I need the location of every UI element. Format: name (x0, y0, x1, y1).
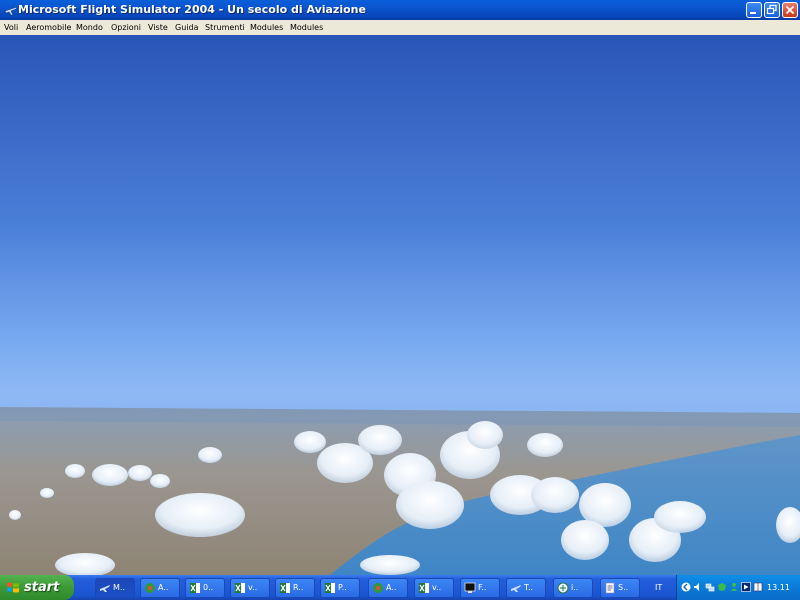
restore-button[interactable] (764, 2, 780, 18)
restore-icon (766, 4, 777, 15)
security-icon[interactable] (717, 582, 727, 592)
taskbar-button-label: v.. (432, 583, 442, 592)
taskbar-button[interactable]: F.. (460, 578, 500, 598)
network-icon[interactable] (705, 582, 715, 592)
title-bar[interactable]: Microsoft Flight Simulator 2004 - Un sec… (0, 0, 800, 20)
taskbar-button-flight-sim[interactable]: M.. (95, 578, 135, 598)
taskbar-button-label: A.. (158, 583, 169, 592)
flight-sim-icon (4, 6, 18, 16)
windows-logo-icon (7, 582, 19, 593)
menu-guida[interactable]: Guida (175, 20, 198, 35)
menu-opzioni[interactable]: Opzioni (111, 20, 141, 35)
menu-voli[interactable]: Voli (4, 20, 18, 35)
menu-bar: Voli Aeromobile Mondo Opzioni Viste Guid… (0, 20, 800, 35)
messenger-icon[interactable] (729, 582, 739, 592)
excel-icon (190, 583, 200, 593)
taskbar-button[interactable]: v.. (414, 578, 454, 598)
document-icon (605, 582, 615, 594)
taskbar-button[interactable]: A.. (368, 578, 408, 598)
simulator-viewport[interactable] (0, 35, 800, 575)
browser-icon (557, 582, 569, 594)
flight-sim-icon (100, 585, 110, 592)
app-icon (373, 583, 383, 593)
menu-strumenti[interactable]: Strumenti (205, 20, 245, 35)
taskbar-button[interactable]: A.. (140, 578, 180, 598)
taskbar-button[interactable]: S.. (600, 578, 640, 598)
minimize-button[interactable] (746, 2, 762, 18)
close-button[interactable] (782, 2, 798, 18)
start-button[interactable]: start (0, 575, 74, 600)
taskbar-button-label: A.. (386, 583, 397, 592)
taskbar-button[interactable]: v.. (230, 578, 270, 598)
app-icon (145, 583, 155, 593)
media-player-icon[interactable] (741, 582, 751, 592)
excel-icon (235, 583, 245, 593)
taskbar-button-label: 0.. (203, 583, 214, 592)
clock[interactable]: 13.11 (767, 575, 790, 600)
taskbar-button-label: F.. (478, 583, 487, 592)
taskbar-button-label: M.. (113, 583, 125, 592)
back-arrow-icon[interactable] (681, 582, 691, 592)
taskbar-button[interactable]: R.. (275, 578, 315, 598)
excel-icon (280, 583, 290, 593)
excel-icon (325, 583, 335, 593)
menu-modules-2[interactable]: Modules (290, 20, 323, 35)
minimize-icon (750, 12, 756, 14)
taskbar-button-label: v.. (248, 583, 258, 592)
excel-icon (419, 583, 429, 593)
menu-modules[interactable]: Modules (250, 20, 283, 35)
menu-mondo[interactable]: Mondo (76, 20, 103, 35)
flight-sim-icon (511, 585, 521, 592)
taskbar-button[interactable]: 0.. (185, 578, 225, 598)
start-label: start (24, 580, 60, 595)
taskbar-button-label: T.. (524, 583, 534, 592)
taskbar-button[interactable]: i.. (553, 578, 593, 598)
monitor-icon (464, 582, 476, 593)
taskbar-button[interactable]: P.. (320, 578, 360, 598)
system-tray: 13.11 (676, 575, 800, 600)
close-icon (785, 5, 795, 15)
taskbar-button-label: S.. (618, 583, 629, 592)
scenery-view (0, 35, 800, 575)
window-title: Microsoft Flight Simulator 2004 - Un sec… (18, 3, 366, 16)
speaker-icon[interactable] (693, 582, 703, 592)
book-icon[interactable] (753, 582, 763, 592)
taskbar-button-label: P.. (338, 583, 347, 592)
language-indicator[interactable]: IT (655, 575, 662, 600)
taskbar-button-label: i.. (571, 583, 579, 592)
menu-aeromobile[interactable]: Aeromobile (26, 20, 71, 35)
taskbar-button-label: R.. (293, 583, 304, 592)
menu-viste[interactable]: Viste (148, 20, 168, 35)
taskbar: start M.. A.. 0.. v.. R.. P.. A.. v.. F.… (0, 575, 800, 600)
taskbar-button[interactable]: T.. (506, 578, 546, 598)
